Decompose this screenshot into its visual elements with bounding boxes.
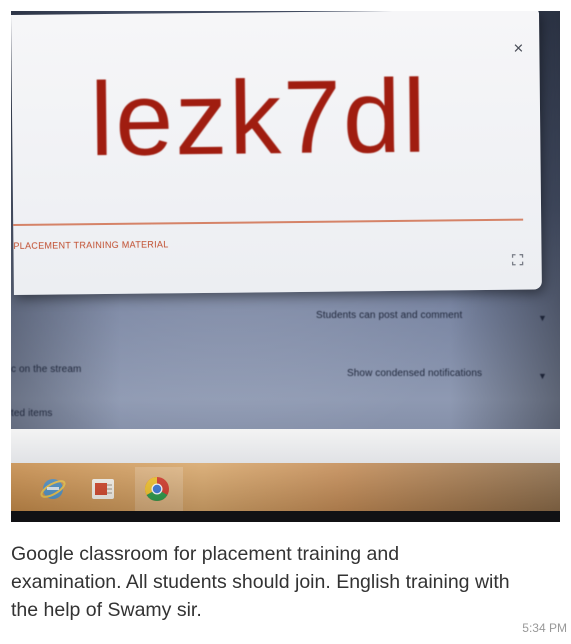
class-name: PLACEMENT TRAINING MATERIAL <box>13 239 169 251</box>
message-timestamp: 5:34 PM <box>522 621 567 635</box>
class-code: lezk7dl <box>89 58 429 179</box>
dropdown-caret-icon: ▼ <box>538 313 547 323</box>
dialog-divider <box>13 218 524 226</box>
active-app-highlight <box>135 467 183 511</box>
fullscreen-icon[interactable] <box>511 253 524 266</box>
monitor-bezel <box>11 511 560 522</box>
chrome-icon[interactable] <box>143 475 171 503</box>
windows-taskbar <box>11 463 560 513</box>
students-permission-setting: Students can post and comment <box>316 310 463 321</box>
office-icon[interactable] <box>89 475 117 503</box>
close-icon[interactable]: × <box>513 39 523 58</box>
dropdown-caret-icon: ▼ <box>538 371 547 381</box>
stream-setting-label: c on the stream <box>11 364 82 375</box>
items-setting-label: ted items <box>11 408 53 419</box>
message-caption: Google classroom for placement training … <box>11 543 510 621</box>
internet-explorer-icon[interactable] <box>39 475 67 503</box>
message-photo[interactable]: Students can post and comment ▼ c on the… <box>11 11 560 522</box>
class-code-dialog: × lezk7dl PLACEMENT TRAINING MATERIAL <box>11 11 542 295</box>
notifications-setting: Show condensed notifications <box>347 368 483 379</box>
